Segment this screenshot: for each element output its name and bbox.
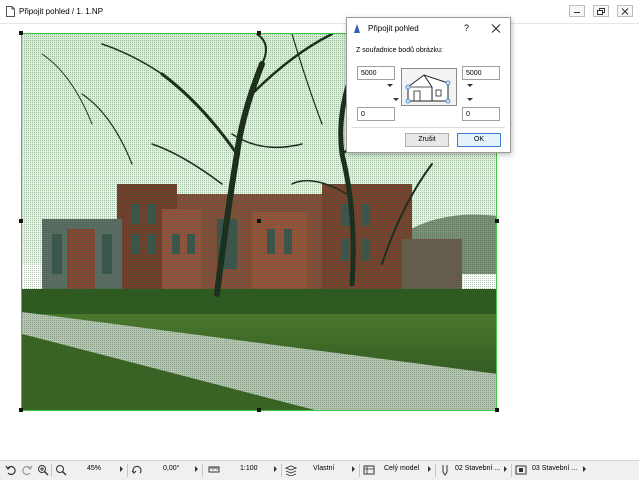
window-title: Připojit pohled / 1. 1.NP	[19, 7, 104, 16]
pen-set-arrow-icon[interactable]	[352, 466, 355, 472]
dialog-separator	[352, 127, 505, 128]
arrow-down-icon	[387, 84, 393, 87]
ok-button[interactable]: OK	[457, 133, 501, 147]
zoom-level[interactable]: 45%	[87, 465, 101, 472]
app-icon	[354, 24, 360, 33]
dimension-standard[interactable]: 03 Stavební ...	[532, 465, 577, 472]
arrow-down-icon	[467, 84, 473, 87]
status-separator	[202, 464, 203, 477]
model-view-icon[interactable]	[363, 464, 375, 476]
pen-icon[interactable]	[439, 464, 451, 476]
selection-handle-top[interactable]	[257, 31, 261, 35]
minimize-button[interactable]	[569, 5, 585, 17]
dimension-icon[interactable]	[515, 464, 527, 476]
model-view-arrow-icon[interactable]	[428, 466, 431, 472]
top-left-z-field[interactable]: 5000	[357, 66, 395, 80]
top-right-z-field[interactable]: 5000	[462, 66, 500, 80]
minimize-icon	[574, 12, 580, 13]
zoom-options-icon[interactable]	[55, 464, 67, 476]
dialog-close-icon[interactable]	[489, 22, 503, 35]
zoom-arrow-icon[interactable]	[120, 466, 123, 472]
selection-handle-left[interactable]	[19, 219, 23, 223]
dialog-title: Připojit pohled	[368, 24, 419, 33]
undo-icon[interactable]	[5, 464, 17, 476]
scale-value[interactable]: 1:100	[240, 465, 258, 472]
selection-handle-center[interactable]	[257, 219, 261, 223]
status-separator	[359, 464, 360, 477]
restore-icon	[597, 8, 605, 15]
house-icon	[405, 74, 451, 104]
title-bar: Připojit pohled / 1. 1.NP	[0, 0, 639, 24]
selection-handle-bottom[interactable]	[257, 408, 261, 412]
arrow-down-icon	[393, 98, 399, 101]
pen-set[interactable]: Vlastní	[313, 465, 334, 472]
selection-handle-bottom-left[interactable]	[19, 408, 23, 412]
scale-arrow-icon[interactable]	[274, 466, 277, 472]
restore-button[interactable]	[593, 5, 609, 17]
help-button[interactable]: ?	[464, 23, 469, 33]
status-separator	[281, 464, 282, 477]
cancel-button[interactable]: Zrušit	[405, 133, 449, 147]
rotate-icon[interactable]	[131, 464, 143, 476]
angle-arrow-icon[interactable]	[195, 466, 198, 472]
selection-handle-right[interactable]	[495, 219, 499, 223]
attach-view-dialog: Připojit pohled ? Z souřadnice bodů obrá…	[346, 17, 511, 153]
drawing-canvas[interactable]	[0, 24, 639, 460]
status-separator	[51, 464, 52, 477]
layer-combination[interactable]: 02 Stavební ...	[455, 465, 500, 472]
status-bar: 45% 0,00° 1:100 Vlastní Celý model 02 St…	[0, 460, 639, 480]
close-button[interactable]	[617, 5, 633, 17]
layers-icon[interactable]	[285, 464, 297, 476]
close-icon	[621, 8, 629, 15]
bottom-left-z-field[interactable]: 0	[357, 107, 395, 121]
selection-handle-top-left[interactable]	[19, 31, 23, 35]
dialog-subtitle: Z souřadnice bodů obrázku:	[356, 47, 443, 54]
dimension-arrow-icon[interactable]	[583, 466, 586, 472]
bottom-right-z-field[interactable]: 0	[462, 107, 500, 121]
status-separator	[435, 464, 436, 477]
rotation-angle[interactable]: 0,00°	[163, 465, 179, 472]
model-view[interactable]: Celý model	[384, 465, 419, 472]
scale-icon[interactable]	[208, 464, 220, 476]
selection-handle-bottom-right[interactable]	[495, 408, 499, 412]
status-separator	[511, 464, 512, 477]
layer-combo-arrow-icon[interactable]	[504, 466, 507, 472]
zoom-in-icon[interactable]	[37, 464, 49, 476]
redo-icon[interactable]	[21, 464, 33, 476]
arrow-down-icon	[467, 98, 473, 101]
document-icon	[6, 6, 15, 17]
house-preview	[401, 68, 457, 106]
dialog-title-bar[interactable]: Připojit pohled ?	[347, 18, 510, 39]
status-separator	[127, 464, 128, 477]
app-window: Připojit pohled / 1. 1.NP Připojit pohle…	[0, 0, 639, 480]
